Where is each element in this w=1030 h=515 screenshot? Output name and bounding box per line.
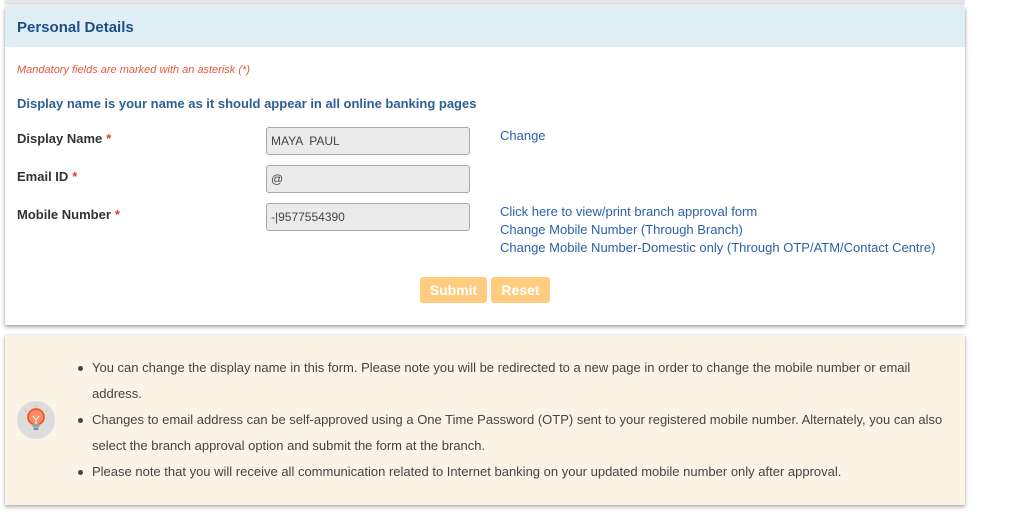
change-mobile-branch-link[interactable]: Change Mobile Number (Through Branch) — [500, 222, 743, 237]
panel-header: Personal Details — [5, 7, 965, 47]
reset-button[interactable]: Reset — [491, 277, 550, 303]
info-item: You can change the display name in this … — [78, 355, 952, 407]
panel-title: Personal Details — [17, 18, 134, 36]
email-label-text: Email ID — [17, 169, 69, 184]
info-item: Changes to email address can be self-app… — [78, 407, 952, 459]
personal-details-panel: Personal Details Mandatory fields are ma… — [5, 7, 965, 325]
info-list: You can change the display name in this … — [78, 355, 952, 485]
change-display-name-link[interactable]: Change — [500, 128, 546, 143]
email-label: Email ID * — [17, 169, 77, 184]
branch-approval-form-link[interactable]: Click here to view/print branch approval… — [500, 204, 757, 219]
mobile-number-label-text: Mobile Number — [17, 207, 111, 222]
mandatory-note: Mandatory fields are marked with an aste… — [17, 64, 250, 76]
required-asterisk: * — [106, 131, 112, 146]
submit-button[interactable]: Submit — [420, 277, 487, 303]
mobile-number-field[interactable] — [266, 203, 470, 231]
required-asterisk: * — [114, 207, 120, 222]
display-name-label-text: Display Name — [17, 131, 103, 146]
email-field[interactable] — [266, 165, 470, 193]
display-name-intro: Display name is your name as it should a… — [17, 96, 477, 111]
info-panel: You can change the display name in this … — [5, 335, 965, 505]
change-mobile-otp-link[interactable]: Change Mobile Number-Domestic only (Thro… — [500, 240, 935, 255]
display-name-field[interactable] — [266, 127, 470, 155]
previous-panel-edge — [5, 0, 965, 3]
display-name-label: Display Name * — [17, 131, 111, 146]
right-margin — [965, 0, 1030, 515]
lightbulb-icon — [17, 401, 55, 439]
mobile-number-label: Mobile Number * — [17, 207, 120, 222]
required-asterisk: * — [72, 169, 78, 184]
info-item: Please note that you will receive all co… — [78, 459, 952, 485]
